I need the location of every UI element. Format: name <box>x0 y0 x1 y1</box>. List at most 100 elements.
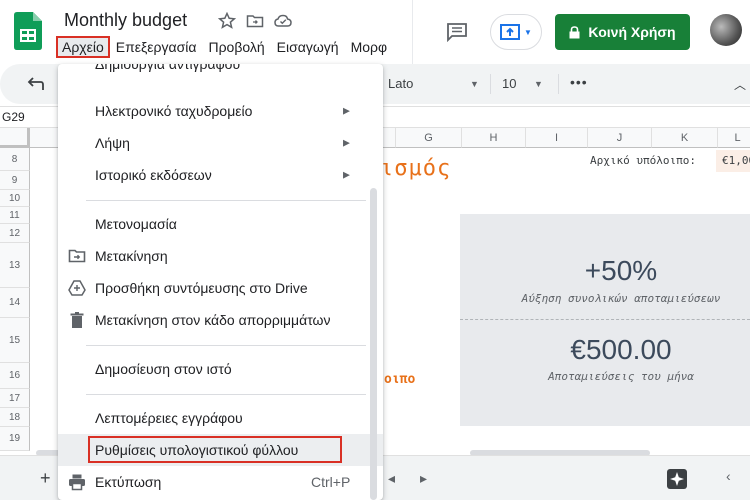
more-options-icon[interactable]: ••• <box>570 74 588 90</box>
menu-view[interactable]: Προβολή <box>202 36 270 58</box>
header: Monthly budget Αρχείο Επεξεργασία Προβολ… <box>0 0 750 64</box>
menu-item-email[interactable]: Ηλεκτρονικό ταχυδρομείο ▶ <box>58 95 383 127</box>
submenu-arrow-icon: ▶ <box>343 137 350 148</box>
menu-divider <box>86 200 366 201</box>
lock-icon <box>569 25 580 38</box>
menu-item-label: Δημοσίευση στον ιστό <box>95 361 232 377</box>
scroll-tabs-left-icon[interactable]: ◂ <box>388 470 395 487</box>
row-header[interactable]: 12 <box>0 224 30 243</box>
row-header[interactable]: 8 <box>0 148 30 171</box>
menu-file[interactable]: Αρχείο <box>56 36 110 58</box>
column-header-i[interactable]: I <box>526 128 588 148</box>
menu-scrollbar[interactable] <box>370 188 377 500</box>
present-button[interactable]: ▼ <box>490 14 542 50</box>
menu-item-rename[interactable]: Μετονομασία <box>58 208 383 240</box>
select-all-corner[interactable] <box>0 128 30 148</box>
toolbar-divider <box>558 74 559 94</box>
drive-shortcut-icon <box>68 280 86 296</box>
menu-item-move[interactable]: Μετακίνηση <box>58 240 383 272</box>
initial-balance-label: Αρχικό υπόλοιπο: <box>590 154 696 167</box>
menu-item-label: Μετακίνηση στον κάδο απορριμμάτων <box>95 312 331 328</box>
row-header[interactable]: 15 <box>0 318 30 363</box>
menu-item-label: Μετονομασία <box>95 216 177 232</box>
name-box[interactable]: G29 <box>2 110 25 124</box>
menu-item-label: Ηλεκτρονικό ταχυδρομείο <box>95 103 253 119</box>
menu-item-publish-web[interactable]: Δημοσίευση στον ιστό <box>58 353 383 385</box>
menu-item-shortcut: Ctrl+P <box>311 474 351 490</box>
summary-card <box>460 214 750 426</box>
star-icon[interactable] <box>217 11 237 30</box>
column-header-l[interactable]: L <box>718 128 750 148</box>
menu-item-download[interactable]: Λήψη ▶ <box>58 127 383 159</box>
highlight-annotation <box>88 436 342 463</box>
sheets-window: Monthly budget Αρχείο Επεξεργασία Προβολ… <box>0 0 750 500</box>
row-header[interactable]: 11 <box>0 207 30 224</box>
move-folder-icon[interactable] <box>246 12 264 30</box>
column-header-g[interactable]: G <box>396 128 462 148</box>
move-folder-icon <box>68 249 86 263</box>
document-title[interactable]: Monthly budget <box>64 10 187 31</box>
menu-edit[interactable]: Επεξεργασία <box>110 36 203 58</box>
row-header[interactable]: 19 <box>0 427 30 451</box>
menu-divider <box>86 345 366 346</box>
column-header-h[interactable]: H <box>462 128 526 148</box>
row-header[interactable]: 16 <box>0 363 30 389</box>
menu-item-label: Λήψη <box>95 135 130 151</box>
share-button[interactable]: Κοινή Χρήση <box>555 14 690 50</box>
menu-item-document-details[interactable]: Λεπτομέρειες εγγράφου <box>58 402 383 434</box>
font-size-select[interactable]: 10 <box>502 76 516 91</box>
column-header-k[interactable]: K <box>652 128 718 148</box>
toolbar-divider <box>490 74 491 94</box>
present-icon <box>500 24 521 40</box>
menu-item-version-history[interactable]: Ιστορικό εκδόσεων ▶ <box>58 159 383 191</box>
share-label: Κοινή Χρήση <box>588 24 676 40</box>
row-header[interactable]: 9 <box>0 171 30 190</box>
collapse-toolbar-icon[interactable]: ︿ <box>734 76 746 93</box>
menu-item-move-to-trash[interactable]: Μετακίνηση στον κάδο απορριμμάτων <box>58 304 383 336</box>
savings-growth-value: +50% <box>584 255 658 286</box>
submenu-arrow-icon: ▶ <box>343 169 350 180</box>
balance-heading-fragment: οιπο <box>384 372 416 387</box>
comment-history-icon[interactable] <box>446 22 468 42</box>
cloud-status-icon[interactable] <box>274 12 292 30</box>
initial-balance-value[interactable]: €1,00 <box>716 150 750 172</box>
chevron-down-icon[interactable]: ▼ <box>470 79 479 89</box>
scroll-tabs-right-icon[interactable]: ▸ <box>420 470 427 487</box>
menu-item-label: Μετακίνηση <box>95 248 168 264</box>
menu-item-label: Ιστορικό εκδόσεων <box>95 167 212 183</box>
column-header-j[interactable]: J <box>588 128 652 148</box>
submenu-arrow-icon: ▶ <box>343 105 350 116</box>
file-menu-dropdown: Δημιουργία αντιγράφου Ηλεκτρονικό ταχυδρ… <box>58 64 383 500</box>
font-family-select[interactable]: Lato <box>388 76 413 91</box>
print-icon <box>69 474 85 491</box>
savings-growth-label: Αύξηση συνολικών αποταμιεύσεων <box>521 292 721 305</box>
header-divider <box>412 0 413 64</box>
collapse-side-panel-icon[interactable]: ‹ <box>726 468 731 484</box>
trash-icon <box>70 312 84 328</box>
menu-item-label: Προσθήκη συντόμευσης στο Drive <box>95 280 308 296</box>
menu-item-print[interactable]: Εκτύπωση Ctrl+P <box>58 466 383 498</box>
menu-divider <box>86 394 366 395</box>
sheets-logo-icon[interactable] <box>14 12 42 50</box>
menu-item-make-copy[interactable]: Δημιουργία αντιγράφου <box>95 64 240 72</box>
row-header[interactable]: 18 <box>0 408 30 427</box>
sheet-title-text: ισμός <box>380 156 452 181</box>
row-header[interactable]: 13 <box>0 243 30 288</box>
avatar[interactable] <box>710 14 742 46</box>
menu-insert[interactable]: Εισαγωγή <box>271 36 345 58</box>
menu-item-label: Εκτύπωση <box>95 474 162 490</box>
monthly-savings-value: €500.00 <box>570 334 672 365</box>
chevron-down-icon: ▼ <box>524 27 532 37</box>
row-header[interactable]: 10 <box>0 190 30 207</box>
menu-format[interactable]: Μορφ <box>345 36 394 58</box>
menu-item-add-shortcut[interactable]: Προσθήκη συντόμευσης στο Drive <box>58 272 383 304</box>
undo-icon[interactable] <box>26 76 44 92</box>
chevron-down-icon[interactable]: ▼ <box>534 79 543 89</box>
menu-item-label: Λεπτομέρειες εγγράφου <box>95 410 243 426</box>
row-header[interactable]: 17 <box>0 389 30 408</box>
explore-icon[interactable] <box>666 468 688 490</box>
menu-bar: Αρχείο Επεξεργασία Προβολή Εισαγωγή Μορφ <box>56 36 393 58</box>
monthly-savings-label: Αποταμιεύσεις του μήνα <box>548 370 694 383</box>
add-sheet-icon[interactable]: + <box>40 468 51 489</box>
row-header[interactable]: 14 <box>0 288 30 318</box>
